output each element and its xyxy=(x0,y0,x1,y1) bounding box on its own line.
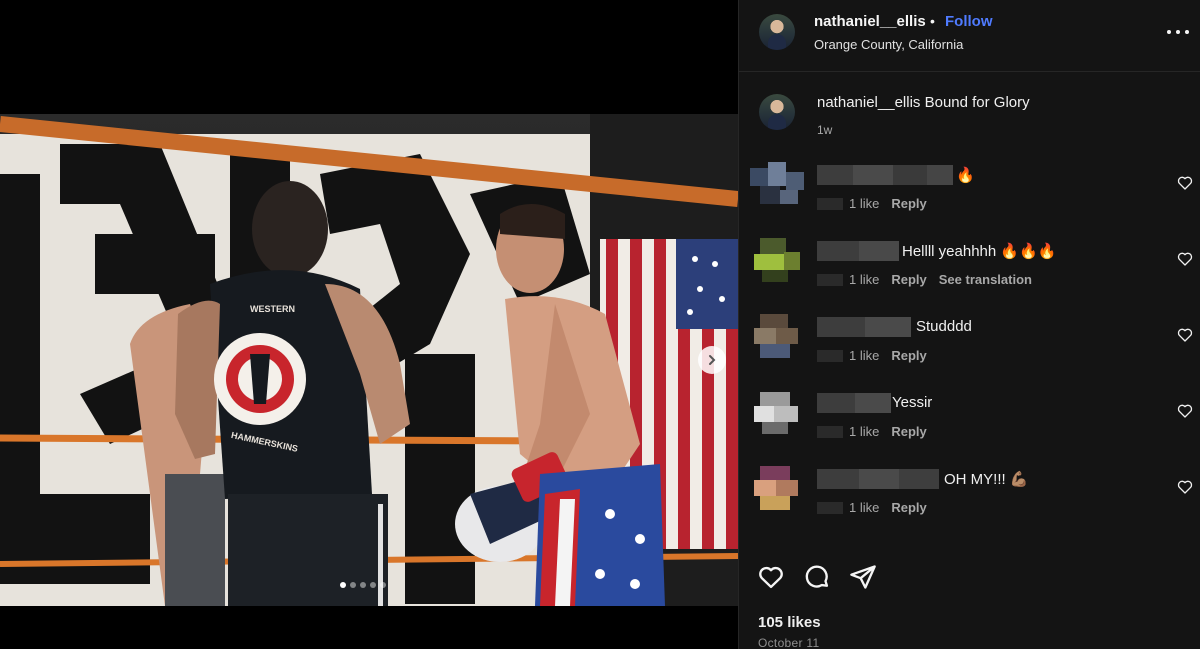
comment-item: Studddd 1 like Reply xyxy=(739,314,1200,384)
comment-likes[interactable]: 1 like xyxy=(849,272,879,287)
comment-item: Hellll yeahhhh 🔥🔥🔥 1 like Reply See tran… xyxy=(739,238,1200,308)
post-side-panel: nathaniel__ellis • Follow Orange County,… xyxy=(738,0,1200,649)
likes-count[interactable]: 105 likes xyxy=(758,614,821,631)
comment-meta: 1 like Reply xyxy=(817,424,939,439)
commenter-name-blurred[interactable] xyxy=(817,393,891,413)
carousel-dot xyxy=(370,582,376,588)
reply-button[interactable]: Reply xyxy=(891,272,926,287)
comment-avatar-blurred[interactable] xyxy=(750,390,804,434)
post-action-bar xyxy=(757,563,877,591)
comment-likes[interactable]: 1 like xyxy=(849,424,879,439)
comment-avatar-blurred[interactable] xyxy=(750,162,804,206)
comment-likes[interactable]: 1 like xyxy=(849,348,879,363)
comment-avatar-blurred[interactable] xyxy=(750,314,804,358)
comment-heart-icon[interactable] xyxy=(1177,175,1193,191)
comment-text: OH MY!!! 💪🏽 xyxy=(944,471,1029,488)
comment-heart-icon[interactable] xyxy=(1177,403,1193,419)
caption-username[interactable]: nathaniel__ellis xyxy=(817,94,920,111)
comment-heart-icon[interactable] xyxy=(1177,251,1193,267)
commenter-name-blurred[interactable] xyxy=(817,317,911,337)
reply-button[interactable]: Reply xyxy=(891,500,926,515)
carousel-dot xyxy=(380,582,386,588)
comment-heart-icon[interactable] xyxy=(1177,479,1193,495)
boxing-scene-illustration: WESTERN HAMMERSKINS xyxy=(0,114,738,606)
comment-text: Hellll yeahhhh 🔥🔥🔥 xyxy=(902,243,1057,260)
comment-item: Yessir 1 like Reply xyxy=(739,390,1200,460)
comment-meta: 1 like Reply See translation xyxy=(817,272,1044,287)
more-options-icon[interactable] xyxy=(1167,22,1189,42)
header-separator: • xyxy=(930,13,935,29)
comment-likes[interactable]: 1 like xyxy=(849,500,879,515)
share-button[interactable] xyxy=(849,563,877,591)
caption-timestamp[interactable]: 1w xyxy=(817,123,832,137)
caption-avatar[interactable] xyxy=(759,94,795,130)
post-date: October 11 xyxy=(758,636,820,649)
post-media: WESTERN HAMMERSKINS xyxy=(0,0,738,649)
comment-text: Yessir xyxy=(892,394,933,411)
reply-button[interactable]: Reply xyxy=(891,196,926,211)
comment-text: 🔥 xyxy=(956,167,975,184)
comment-text: Studddd xyxy=(916,318,972,335)
like-button[interactable] xyxy=(757,563,785,591)
carousel-dot xyxy=(340,582,346,588)
comment-avatar-blurred[interactable] xyxy=(750,238,804,282)
comment-item: OH MY!!! 💪🏽 1 like Reply xyxy=(739,466,1200,536)
next-slide-button[interactable] xyxy=(698,346,726,374)
next-slide-icon xyxy=(709,355,716,365)
post-photo[interactable]: WESTERN HAMMERSKINS xyxy=(0,114,738,606)
commenter-name-blurred[interactable] xyxy=(817,165,953,185)
carousel-dot xyxy=(360,582,366,588)
comment-meta: 1 like Reply xyxy=(817,500,939,515)
reply-button[interactable]: Reply xyxy=(891,424,926,439)
commenter-name-blurred[interactable] xyxy=(817,469,939,489)
commenter-name-blurred[interactable] xyxy=(817,241,899,261)
shirt-text-top: WESTERN xyxy=(250,304,295,314)
comment-item: 🔥 1 like Reply xyxy=(739,162,1200,232)
comment-likes[interactable]: 1 like xyxy=(849,196,879,211)
carousel-indicator xyxy=(340,582,386,588)
see-translation-link[interactable]: See translation xyxy=(939,272,1032,287)
reply-button[interactable]: Reply xyxy=(891,348,926,363)
comment-button[interactable] xyxy=(803,563,831,591)
comment-avatar-blurred[interactable] xyxy=(750,466,804,510)
follow-button[interactable]: Follow xyxy=(945,13,993,30)
share-icon xyxy=(850,565,876,589)
author-username[interactable]: nathaniel__ellis xyxy=(814,13,926,30)
caption-text: nathaniel__ellis Bound for Glory xyxy=(817,94,1030,111)
comment-meta: 1 like Reply xyxy=(817,196,939,211)
comment-meta: 1 like Reply xyxy=(817,348,939,363)
carousel-dot xyxy=(350,582,356,588)
post-caption: nathaniel__ellis Bound for Glory 1w xyxy=(739,88,1200,148)
comment-icon xyxy=(805,565,829,588)
caption-body: Bound for Glory xyxy=(924,94,1030,111)
comment-heart-icon[interactable] xyxy=(1177,327,1193,343)
heart-icon xyxy=(759,566,783,589)
post-header: nathaniel__ellis • Follow Orange County,… xyxy=(739,0,1200,72)
post-location[interactable]: Orange County, California xyxy=(814,37,963,52)
author-avatar[interactable] xyxy=(759,14,795,50)
